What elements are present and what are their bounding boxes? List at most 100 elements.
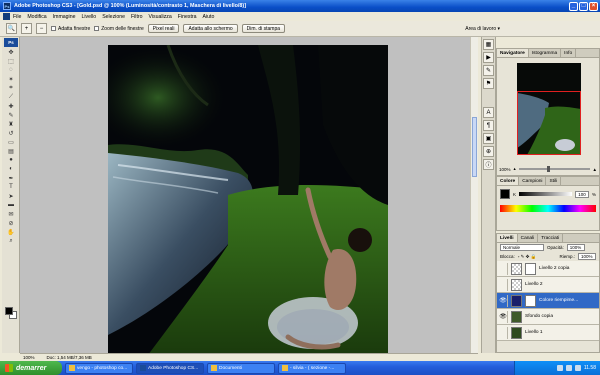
foreground-color-swatch[interactable] bbox=[5, 307, 13, 315]
menu-modifica[interactable]: Modifica bbox=[27, 14, 46, 20]
tab-navigator[interactable]: Navigatore bbox=[497, 49, 529, 57]
document-canvas[interactable] bbox=[108, 45, 388, 355]
actual-pixels-button[interactable]: Pixel reali bbox=[147, 24, 180, 33]
gradient-tool-icon[interactable]: ▤ bbox=[5, 147, 17, 155]
close-button[interactable]: × bbox=[589, 1, 598, 11]
dodge-tool-icon[interactable]: ◐ bbox=[5, 165, 17, 173]
minimize-button[interactable]: _ bbox=[569, 1, 578, 11]
visibility-eye-icon[interactable]: 👁 bbox=[499, 310, 508, 323]
color-k-slider[interactable] bbox=[519, 192, 572, 196]
menu-aiuto[interactable]: Aiuto bbox=[203, 14, 215, 20]
magic-wand-tool-icon[interactable]: ✶ bbox=[5, 75, 17, 83]
ps-menu-icon[interactable] bbox=[3, 13, 10, 20]
taskbar-item[interactable]: Documenti bbox=[207, 362, 275, 374]
color-panel-fg-swatch[interactable] bbox=[500, 189, 510, 199]
color-k-value[interactable]: 100 bbox=[574, 190, 589, 198]
clone-source-icon[interactable]: ⊕ bbox=[483, 146, 494, 157]
tab-styles[interactable]: Stili bbox=[546, 177, 562, 185]
zoom-in-mountain-icon[interactable]: ▲ bbox=[593, 167, 597, 172]
blur-tool-icon[interactable]: ● bbox=[5, 156, 17, 164]
tray-network-icon[interactable] bbox=[556, 365, 563, 371]
maximize-button[interactable]: □ bbox=[579, 1, 588, 11]
eraser-tool-icon[interactable]: ▭ bbox=[5, 138, 17, 146]
tray-clock[interactable]: 11.58 bbox=[584, 365, 596, 371]
layer-row[interactable]: 👁 Colore riempime... bbox=[497, 293, 599, 309]
start-button[interactable]: demarrer bbox=[0, 361, 62, 375]
tab-swatches[interactable]: Campioni bbox=[519, 177, 547, 185]
taskbar-item[interactable]: vengo - photoshop co... bbox=[65, 362, 133, 374]
tab-paths[interactable]: Tracciati bbox=[538, 234, 564, 242]
tool-presets-icon[interactable]: ⚑ bbox=[483, 78, 494, 89]
visibility-eye-icon[interactable] bbox=[499, 326, 508, 339]
crop-tool-icon[interactable]: ⌗ bbox=[5, 84, 17, 92]
zoom-tool-icon-2[interactable]: ⌕ bbox=[5, 237, 17, 245]
pen-tool-icon[interactable]: ✒ bbox=[5, 174, 17, 182]
move-tool-icon[interactable]: ✥ bbox=[5, 48, 17, 56]
visibility-eye-icon[interactable] bbox=[499, 278, 508, 291]
lock-icons[interactable]: ▫ ✎ ✥ 🔒 bbox=[518, 254, 537, 260]
type-tool-icon[interactable]: T bbox=[5, 183, 17, 191]
stamp-tool-icon[interactable]: ♜ bbox=[5, 120, 17, 128]
taskbar-item[interactable]: - silvia - ( sezione -... bbox=[278, 362, 346, 374]
notes-tool-icon[interactable]: ✉ bbox=[5, 210, 17, 218]
layer-row[interactable]: Livello 2 copia bbox=[497, 261, 599, 277]
visibility-eye-icon[interactable]: 👁 bbox=[499, 294, 508, 307]
layer-row[interactable]: 👁 Sfondo copia bbox=[497, 309, 599, 325]
opacity-input[interactable]: 100% bbox=[566, 244, 585, 251]
fit-screen-button[interactable]: Adatta allo schermo bbox=[183, 24, 238, 33]
workspace-dropdown[interactable]: Area di lavoro ▾ bbox=[465, 26, 500, 32]
print-size-button[interactable]: Dim. di stampa bbox=[241, 24, 286, 33]
zoom-tool-icon[interactable]: 🔍 bbox=[6, 23, 17, 34]
fill-input[interactable]: 100% bbox=[578, 253, 596, 260]
navigator-zoom-value[interactable]: 100% bbox=[499, 167, 511, 172]
tab-info[interactable]: Info bbox=[561, 49, 577, 57]
hand-tool-icon[interactable]: ✋ bbox=[5, 228, 17, 236]
menu-immagine[interactable]: Immagine bbox=[53, 14, 76, 20]
layer-comps-icon[interactable]: ▣ bbox=[483, 133, 494, 144]
brush-tool-icon[interactable]: ✎ bbox=[5, 111, 17, 119]
menu-file[interactable]: File bbox=[13, 14, 21, 20]
shape-tool-icon[interactable]: ▬ bbox=[5, 201, 17, 209]
history-panel-icon[interactable]: ▦ bbox=[483, 39, 494, 50]
history-brush-icon[interactable]: ↺ bbox=[5, 129, 17, 137]
blend-mode-select[interactable]: Normale bbox=[500, 244, 544, 251]
tab-histogram[interactable]: Istogramma bbox=[529, 49, 562, 57]
vertical-scrollbar[interactable] bbox=[470, 37, 478, 353]
tray-volume-icon[interactable] bbox=[565, 365, 572, 371]
taskbar-item[interactable]: Adobe Photoshop CS... bbox=[136, 362, 204, 374]
menu-visualizza[interactable]: Visualizza bbox=[149, 14, 172, 20]
layer-row[interactable]: Livello 1 bbox=[497, 325, 599, 341]
eyedropper-tool-icon[interactable]: ⊘ bbox=[5, 219, 17, 227]
info-panel-icon[interactable]: ⓘ bbox=[483, 159, 494, 170]
status-zoom[interactable]: 100% bbox=[23, 355, 35, 360]
zoom-in-icon[interactable]: + bbox=[21, 23, 32, 34]
tab-layers[interactable]: Livelli bbox=[497, 234, 518, 242]
menu-selezione[interactable]: Selezione bbox=[102, 14, 125, 20]
layer-thumbnail bbox=[511, 278, 522, 291]
zoom-all-windows-checkbox[interactable]: Zoom delle finestre bbox=[94, 26, 144, 32]
character-panel-icon[interactable]: A bbox=[483, 107, 494, 118]
brushes-panel-icon[interactable]: ✎ bbox=[483, 65, 494, 76]
lasso-tool-icon[interactable]: ◌ bbox=[5, 66, 17, 74]
layer-row[interactable]: Livello 2 bbox=[497, 277, 599, 293]
healing-tool-icon[interactable]: ✚ bbox=[5, 102, 17, 110]
marquee-tool-icon[interactable]: ⬚ bbox=[5, 57, 17, 65]
zoom-out-mountain-icon[interactable]: ▴ bbox=[514, 166, 516, 172]
visibility-eye-icon[interactable] bbox=[499, 262, 508, 275]
tab-channels[interactable]: Canali bbox=[518, 234, 539, 242]
paragraph-panel-icon[interactable]: ¶ bbox=[483, 120, 494, 131]
navigator-zoom-slider[interactable] bbox=[518, 166, 590, 172]
path-select-icon[interactable]: ➤ bbox=[5, 192, 17, 200]
actions-panel-icon[interactable]: ▶ bbox=[483, 52, 494, 63]
resize-windows-checkbox[interactable]: Adatta finestre bbox=[51, 26, 90, 32]
scrollbar-thumb[interactable] bbox=[472, 117, 477, 177]
menu-finestra[interactable]: Finestra bbox=[178, 14, 197, 20]
tray-security-icon[interactable] bbox=[574, 365, 581, 371]
zoom-out-icon[interactable]: − bbox=[36, 23, 47, 34]
menu-livello[interactable]: Livello bbox=[81, 14, 96, 20]
color-spectrum-bar[interactable] bbox=[500, 205, 596, 212]
navigator-view-box[interactable] bbox=[517, 91, 581, 155]
slice-tool-icon[interactable]: ⟋ bbox=[5, 93, 17, 101]
tab-color[interactable]: Colore bbox=[497, 177, 520, 185]
menu-filtro[interactable]: Filtro bbox=[131, 14, 143, 20]
